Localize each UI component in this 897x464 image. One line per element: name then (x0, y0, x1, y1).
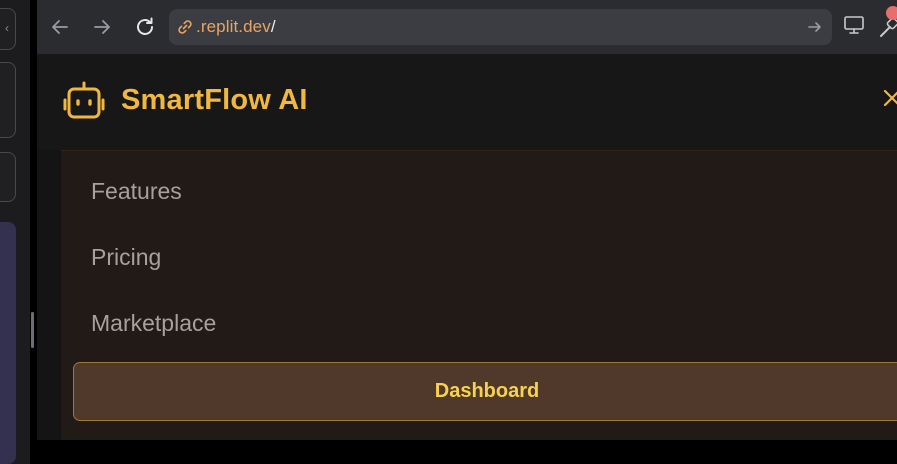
forward-button[interactable] (87, 12, 117, 42)
resize-handle[interactable] (31, 312, 34, 348)
close-icon[interactable] (883, 89, 897, 107)
back-arrow-icon (52, 20, 68, 34)
browser-toolbar: .replit.dev/ (37, 0, 897, 54)
chevron-left-icon: ‹ (5, 21, 9, 35)
link-icon (178, 20, 192, 34)
left-panel-card[interactable] (0, 62, 16, 138)
page-viewport: SmartFlow AI Features Pricing Marketplac… (37, 54, 897, 440)
reload-icon (137, 17, 153, 35)
url-text[interactable]: .replit.dev/ (196, 17, 276, 37)
left-side-panel: ‹ (0, 0, 30, 464)
reload-button[interactable] (130, 12, 160, 42)
left-panel-highlight (0, 222, 16, 464)
go-arrow-icon[interactable] (806, 18, 824, 36)
site-header: SmartFlow AI (37, 54, 897, 150)
mobile-menu: Features Pricing Marketplace Dashboard (61, 150, 897, 440)
left-panel-card[interactable]: ‹ (0, 8, 16, 50)
brand-name[interactable]: SmartFlow AI (121, 84, 308, 117)
robot-logo-icon (63, 81, 105, 119)
screen: ‹ .replit.dev/ SmartFlow AI Features Pri… (0, 0, 897, 464)
address-bar[interactable]: .replit.dev/ (169, 9, 832, 45)
browser-window: .replit.dev/ SmartFlow AI Features Prici… (37, 0, 897, 440)
menu-item-features[interactable]: Features (91, 178, 182, 205)
menu-item-marketplace[interactable]: Marketplace (91, 310, 216, 337)
forward-arrow-icon (94, 20, 110, 34)
monitor-icon[interactable] (843, 14, 865, 36)
left-panel-card[interactable] (0, 152, 16, 202)
dashboard-button-label: Dashboard (434, 380, 540, 402)
notification-badge (886, 6, 897, 20)
dashboard-button[interactable]: Dashboard (73, 362, 897, 421)
back-button[interactable] (45, 12, 75, 42)
menu-item-pricing[interactable]: Pricing (91, 244, 161, 271)
